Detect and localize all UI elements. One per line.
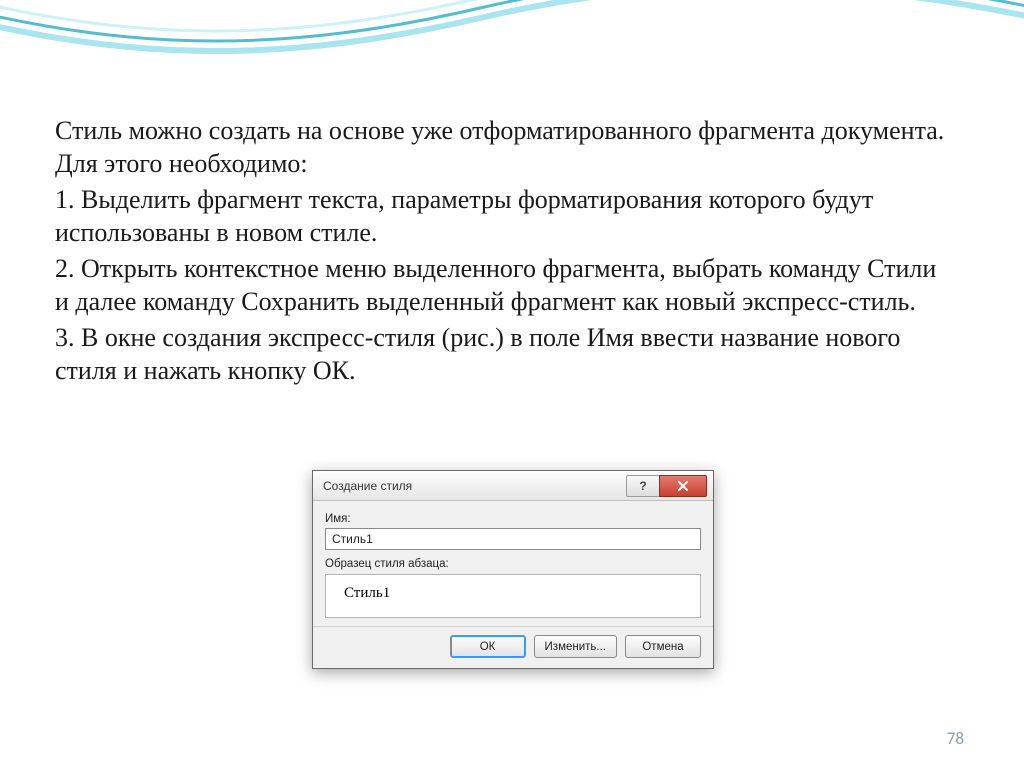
close-button[interactable] bbox=[659, 475, 707, 497]
style-name-input[interactable] bbox=[325, 528, 701, 550]
sample-label: Образец стиля абзаца: bbox=[325, 558, 701, 570]
help-icon: ? bbox=[639, 480, 646, 492]
name-label: Имя: bbox=[325, 513, 701, 525]
step-3: 3. В окне создания экспресс-стиля (рис.)… bbox=[55, 322, 945, 387]
help-button[interactable]: ? bbox=[626, 475, 660, 497]
step-2: 2. Открыть контекстное меню выделенного … bbox=[55, 253, 945, 318]
modify-button[interactable]: Изменить... bbox=[534, 635, 617, 658]
create-style-dialog: Создание стиля ? Имя: Образец стиля абза… bbox=[312, 470, 714, 669]
intro-text: Стиль можно создать на основе уже отформ… bbox=[55, 115, 945, 180]
dialog-body: Имя: Образец стиля абзаца: Стиль1 bbox=[313, 501, 713, 626]
decorative-wave bbox=[0, 0, 1024, 70]
style-preview-text: Стиль1 bbox=[344, 585, 390, 601]
slide-body: Стиль можно создать на основе уже отформ… bbox=[55, 115, 945, 391]
dialog-titlebar: Создание стиля ? bbox=[313, 471, 713, 501]
style-preview: Стиль1 bbox=[325, 574, 701, 618]
step-1: 1. Выделить фрагмент текста, параметры ф… bbox=[55, 184, 945, 249]
ok-button[interactable]: ОК bbox=[450, 635, 526, 658]
close-icon bbox=[677, 480, 689, 492]
dialog-title: Создание стиля bbox=[323, 479, 627, 493]
window-controls: ? bbox=[627, 475, 707, 497]
dialog-footer: ОК Изменить... Отмена bbox=[313, 626, 713, 668]
page-number: 78 bbox=[947, 728, 964, 749]
cancel-button[interactable]: Отмена bbox=[625, 635, 701, 658]
style-dialog-figure: Создание стиля ? Имя: Образец стиля абза… bbox=[312, 470, 712, 669]
